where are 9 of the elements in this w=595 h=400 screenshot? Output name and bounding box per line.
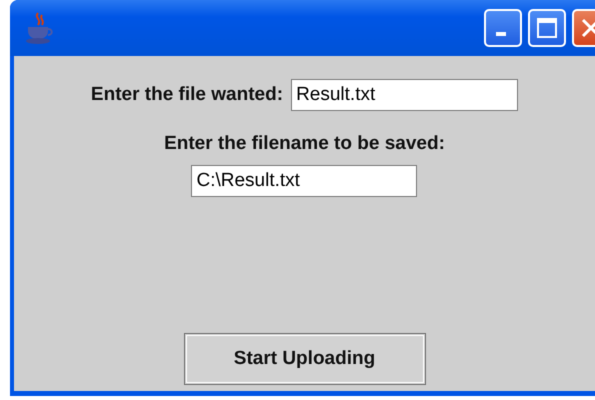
- maximize-button[interactable]: [528, 9, 566, 47]
- minimize-icon: [496, 32, 506, 36]
- maximize-icon: [536, 17, 558, 39]
- field-label: Enter the filename to be saved:: [164, 133, 445, 155]
- field-label: Enter the file wanted:: [90, 84, 284, 106]
- input-field[interactable]: Result.txt: [291, 79, 518, 111]
- input-field[interactable]: C:\Result.txt: [191, 165, 418, 197]
- start-uploading-button[interactable]: Start Uploading: [184, 333, 426, 385]
- minimize-button[interactable]: [484, 9, 522, 47]
